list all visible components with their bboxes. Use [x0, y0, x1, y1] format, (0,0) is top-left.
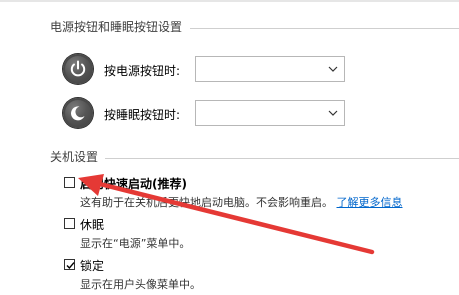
lock-description: 显示在用户头像菜单中。 — [80, 278, 201, 291]
lock-checkbox[interactable] — [64, 259, 75, 270]
chevron-down-icon — [328, 110, 338, 116]
fast-startup-label[interactable]: 启用快速启动(推荐) — [80, 175, 187, 192]
power-section-header: 电源按钮和睡眠按钮设置 — [50, 20, 183, 34]
section-divider — [190, 28, 459, 29]
lock-label[interactable]: 锁定 — [80, 257, 104, 274]
fast-startup-description: 这有助于在关机后更快地启动电脑。不会影响重启。 了解更多信息 — [80, 194, 403, 210]
top-divider — [0, 0, 459, 2]
fast-startup-checkbox[interactable] — [64, 177, 75, 188]
sleep-icon — [63, 98, 93, 128]
power-icon — [63, 54, 93, 84]
section-divider — [105, 158, 459, 159]
power-button-label: 按电源按钮时: — [104, 64, 181, 78]
learn-more-link[interactable]: 了解更多信息 — [337, 196, 403, 209]
hibernate-checkbox[interactable] — [64, 218, 75, 229]
sleep-button-label: 按睡眠按钮时: — [104, 108, 181, 122]
hibernate-description: 显示在“电源”菜单中。 — [80, 237, 191, 250]
chevron-down-icon — [328, 66, 338, 72]
shutdown-section-header: 关机设置 — [50, 150, 99, 164]
power-button-action-dropdown[interactable] — [195, 56, 345, 82]
checkmark-icon — [66, 262, 75, 270]
sleep-button-action-dropdown[interactable] — [195, 100, 345, 126]
hibernate-label[interactable]: 休眠 — [80, 216, 104, 233]
fast-startup-description-text: 这有助于在关机后更快地启动电脑。不会影响重启。 — [80, 196, 333, 209]
